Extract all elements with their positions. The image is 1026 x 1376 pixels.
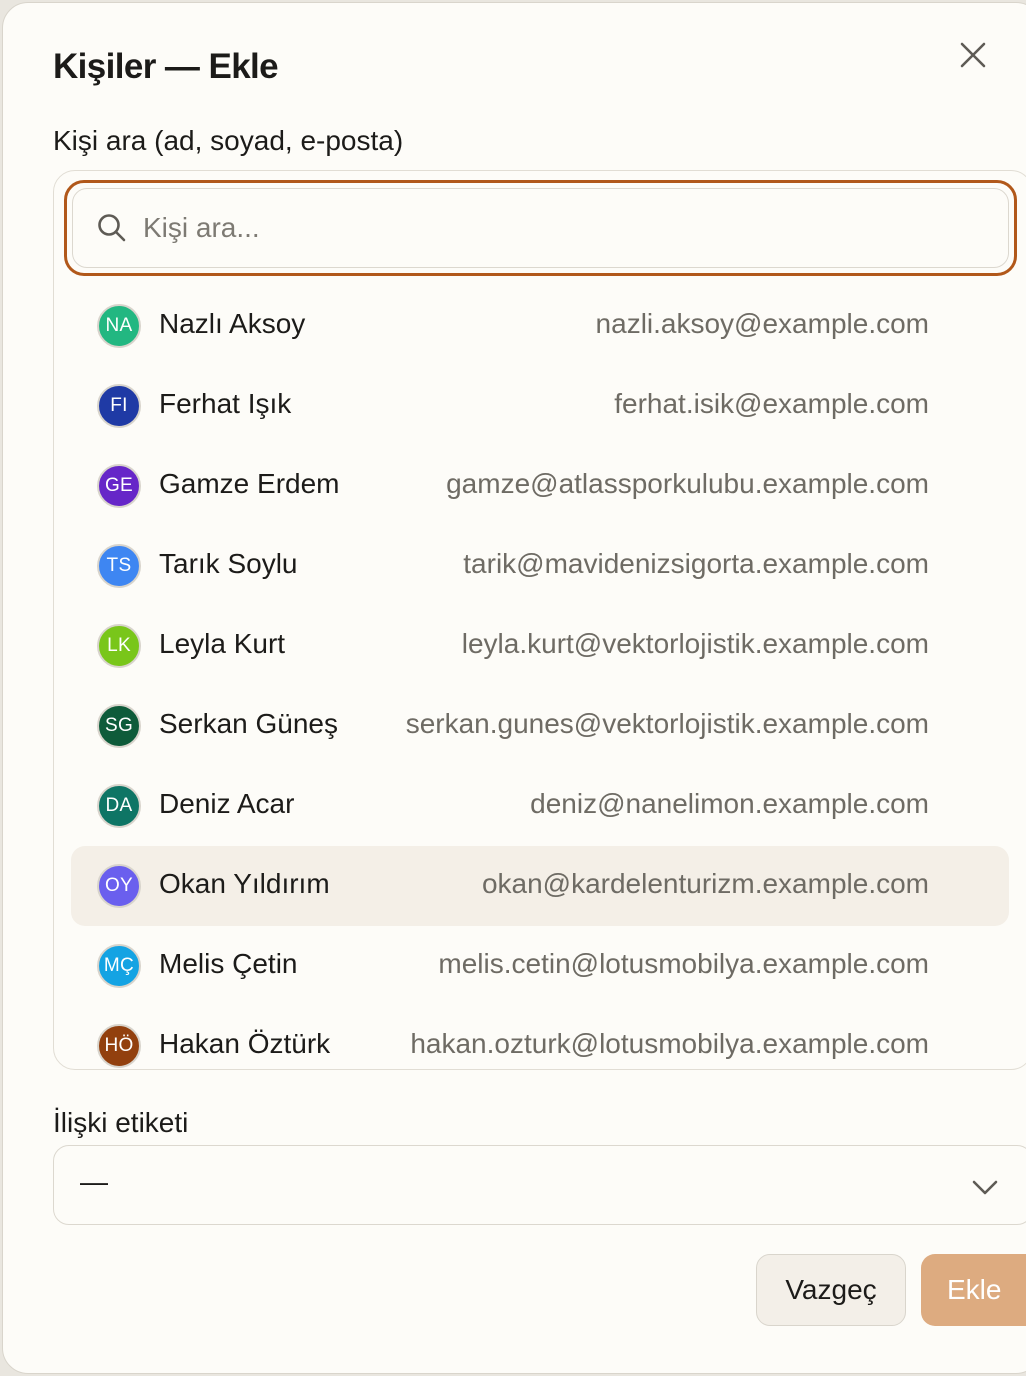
search-box[interactable] [72,188,1009,268]
dialog-title: Kişiler — Ekle [53,47,279,86]
search-input[interactable] [143,203,923,253]
contact-email: hakan.ozturk@lotusmobilya.example.com [410,1028,929,1059]
contact-name: Okan Yıldırım [159,868,330,899]
relation-select[interactable]: — [53,1145,1026,1225]
search-icon [95,211,129,245]
contact-row[interactable]: FI Ferhat Işık ferhat.isik@example.com [71,366,1009,446]
contact-email: serkan.gunes@vektorlojistik.example.com [405,708,929,739]
contact-name: Gamze Erdem [159,468,340,499]
contact-row[interactable]: MÇ Melis Çetin melis.cetin@lotusmobilya.… [71,926,1009,1006]
contact-row[interactable]: SG Serkan Güneş serkan.gunes@vektorlojis… [71,686,1009,766]
avatar: FI [97,384,141,428]
contact-name: Melis Çetin [159,948,298,979]
relation-selected-value: — [80,1166,108,1197]
avatar: LK [97,624,141,668]
contact-name: Serkan Güneş [159,708,338,739]
contact-name: Tarık Soylu [159,548,298,579]
contact-name: Nazlı Aksoy [159,308,306,339]
contact-list[interactable]: NA Nazlı Aksoy nazli.aksoy@example.com F… [54,286,1026,1069]
avatar: NA [97,304,141,348]
avatar: TS [97,544,141,588]
contact-email: okan@kardelenturizm.example.com [481,868,929,899]
avatar: HÖ [97,1024,141,1068]
avatar: MÇ [97,944,141,988]
contact-email: deniz@nanelimon.example.com [530,788,929,819]
contact-email: melis.cetin@lotusmobilya.example.com [438,948,929,979]
contact-name: Leyla Kurt [159,628,286,659]
avatar: OY [97,864,141,908]
contact-name: Hakan Öztürk [159,1028,331,1059]
contact-picker: NA Nazlı Aksoy nazli.aksoy@example.com F… [53,170,1026,1070]
contact-name: Deniz Acar [159,788,295,819]
contact-email: ferhat.isik@example.com [614,388,929,419]
contact-email: nazli.aksoy@example.com [595,308,929,339]
contact-row[interactable]: GE Gamze Erdem gamze@atlassporkulubu.exa… [71,446,1009,526]
search-label: Kişi ara (ad, soyad, e-posta) [53,125,404,156]
contact-email: leyla.kurt@vektorlojistik.example.com [461,628,929,659]
contact-row[interactable]: TS Tarık Soylu tarik@mavidenizsigorta.ex… [71,526,1009,606]
close-icon [960,42,986,68]
avatar: SG [97,704,141,748]
search-focus-ring [64,180,1017,276]
contact-email: tarik@mavidenizsigorta.example.com [463,548,929,579]
close-button[interactable] [951,33,995,77]
cancel-button[interactable]: Vazgeç [756,1254,906,1326]
add-button[interactable]: Ekle [921,1254,1026,1326]
contact-row[interactable]: LK Leyla Kurt leyla.kurt@vektorlojistik.… [71,606,1009,686]
contact-row[interactable]: OY Okan Yıldırım okan@kardelenturizm.exa… [71,846,1009,926]
contact-row[interactable]: DA Deniz Acar deniz@nanelimon.example.co… [71,766,1009,846]
contact-row[interactable]: NA Nazlı Aksoy nazli.aksoy@example.com [71,286,1009,366]
avatar: DA [97,784,141,828]
add-contact-dialog: Kişiler — Ekle Kişi ara (ad, soyad, e-po… [2,2,1026,1374]
relation-label: İlişki etiketi [53,1107,189,1138]
avatar: GE [97,464,141,508]
chevron-down-icon [972,1180,998,1195]
contact-email: gamze@atlassporkulubu.example.com [446,468,929,499]
contact-name: Ferhat Işık [159,388,292,419]
contact-row[interactable]: HÖ Hakan Öztürk hakan.ozturk@lotusmobily… [71,1006,1009,1069]
